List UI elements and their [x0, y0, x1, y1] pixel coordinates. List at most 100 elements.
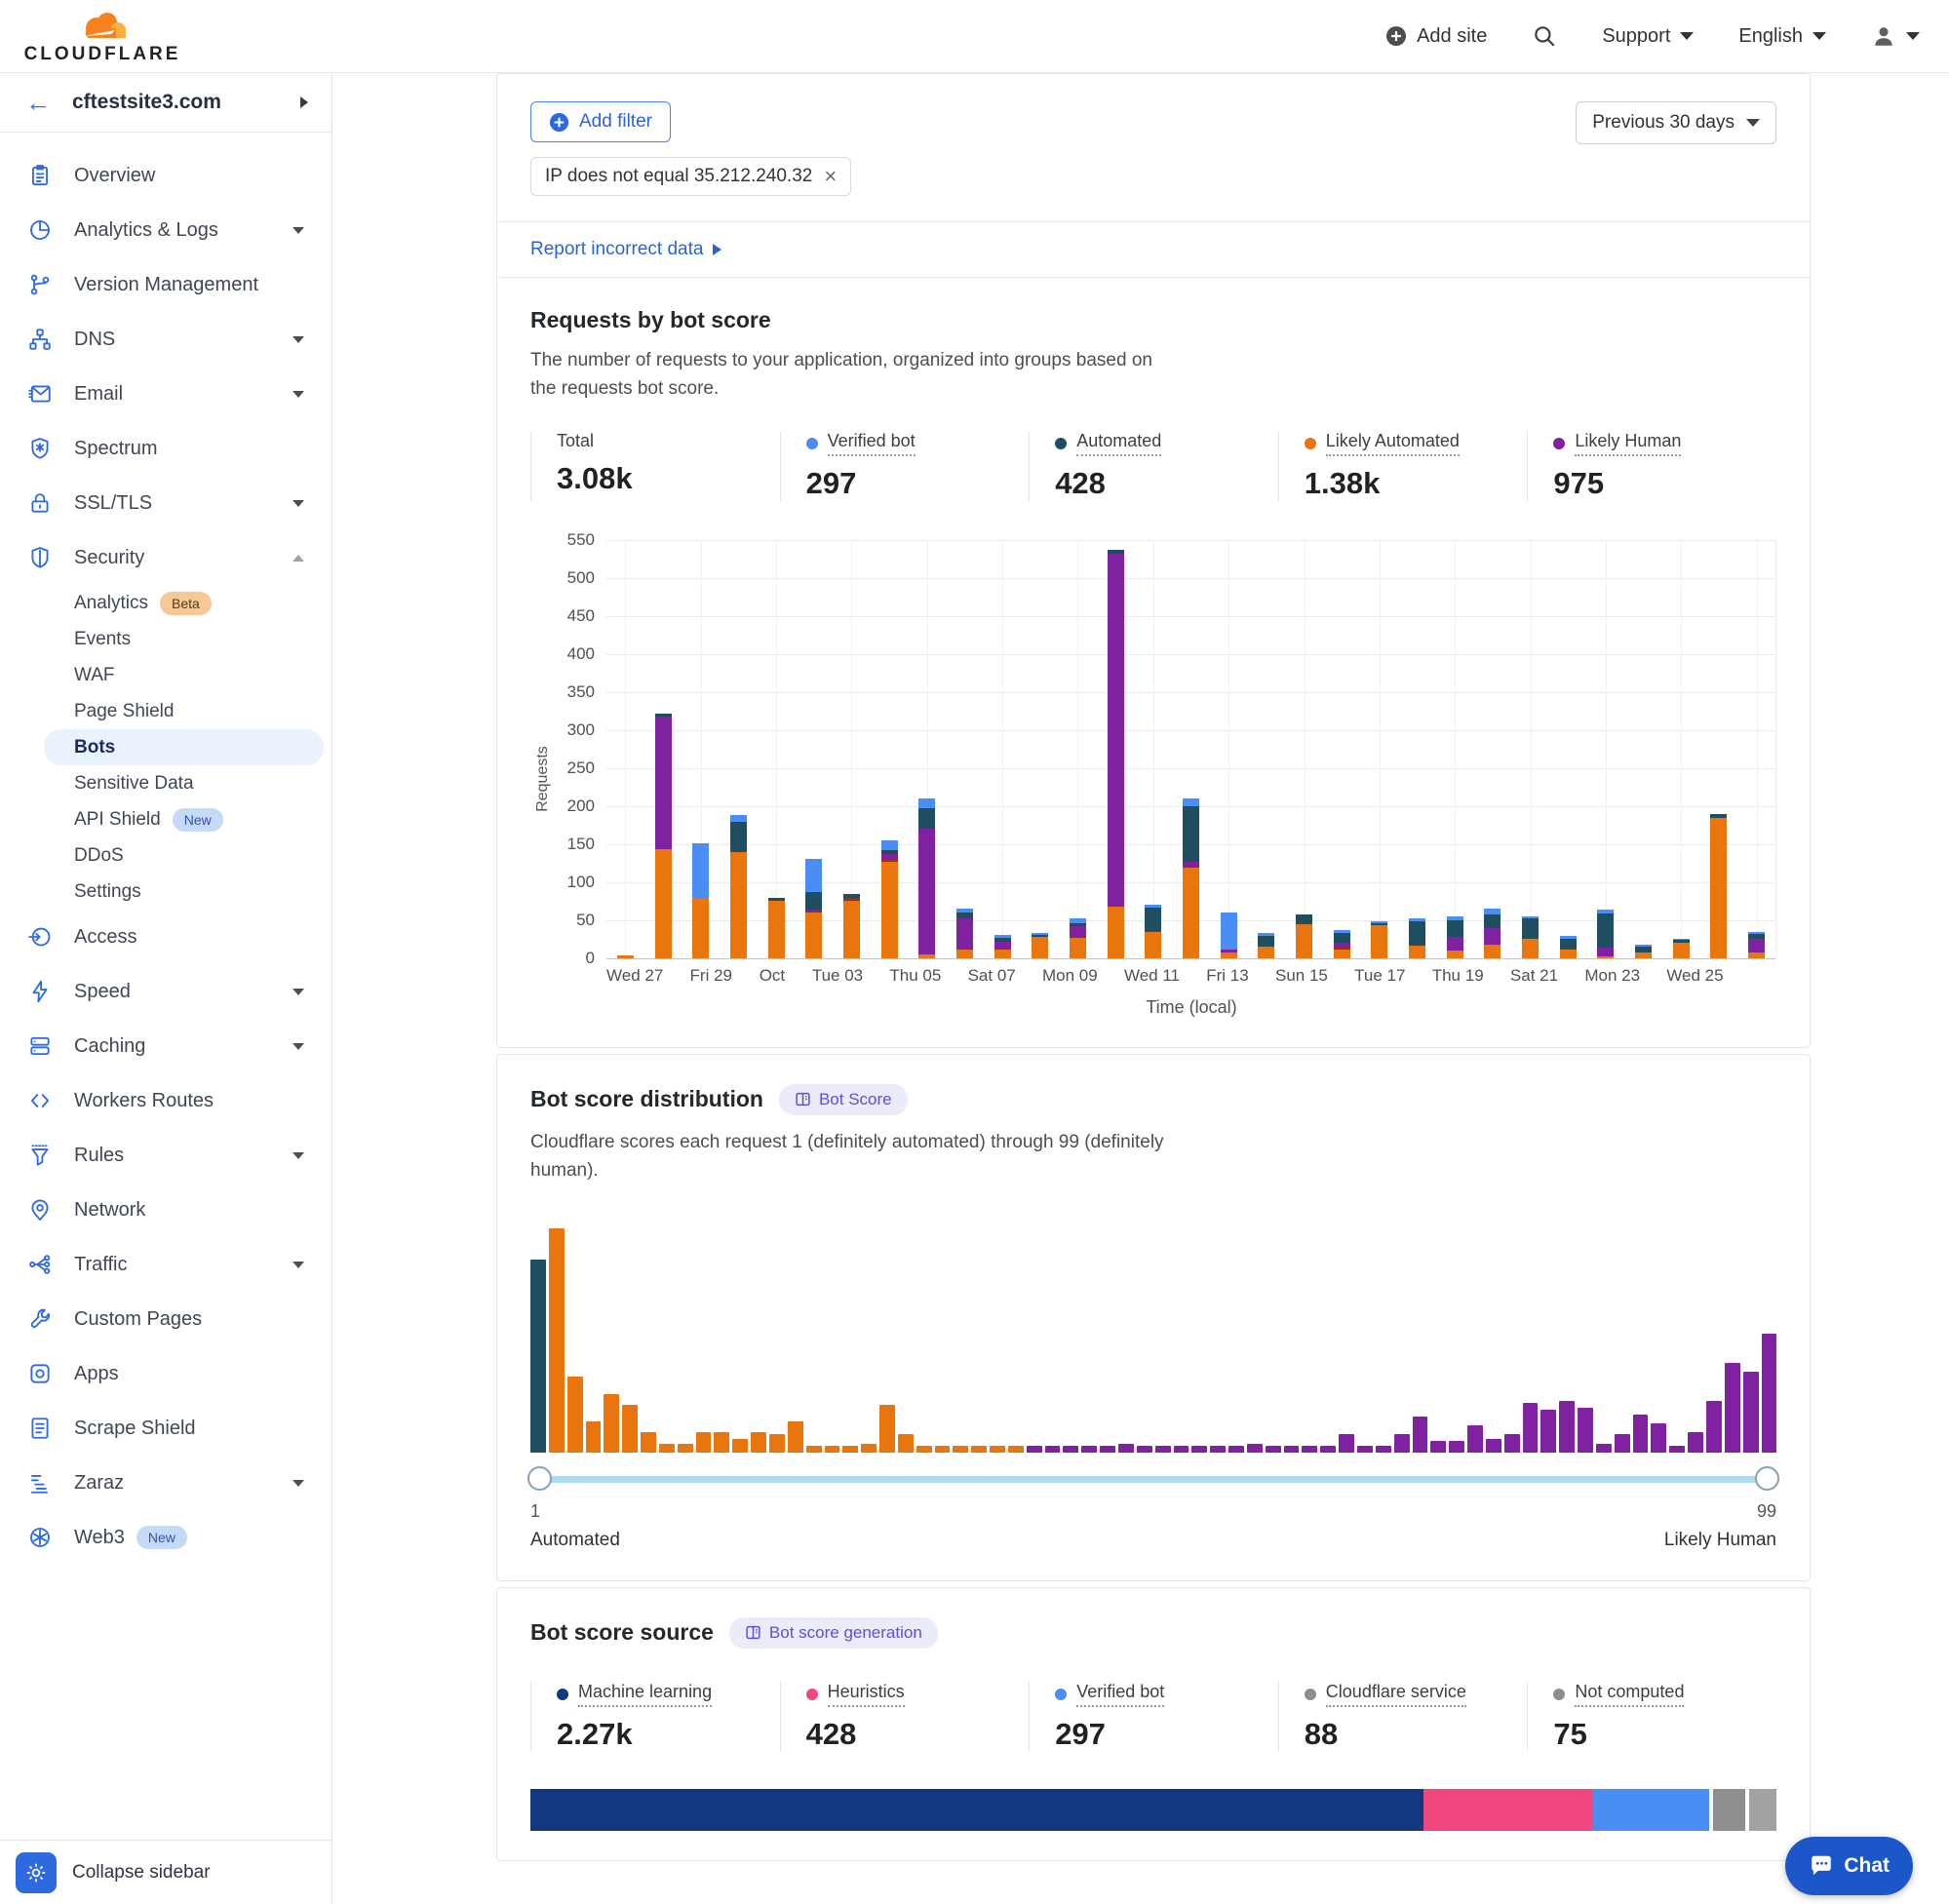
sidebar-item[interactable]: Access	[0, 910, 331, 964]
stat-column: Cloudflare service 88	[1278, 1682, 1528, 1752]
stat-label[interactable]: Cloudflare service	[1326, 1682, 1466, 1707]
stat-column: Automated 428	[1029, 431, 1278, 501]
add-filter-button[interactable]: Add filter	[530, 101, 671, 142]
sidebar-item[interactable]: WAF	[44, 657, 324, 693]
chevron-icon[interactable]	[292, 1043, 304, 1050]
legend-dot-icon	[557, 1689, 568, 1700]
chevron-icon[interactable]	[292, 1480, 304, 1487]
sidebar-item[interactable]: Speed	[0, 964, 331, 1019]
settings-gear-button[interactable]	[16, 1852, 57, 1893]
stat-label[interactable]: Not computed	[1575, 1682, 1684, 1707]
chart-bar	[1097, 540, 1135, 958]
report-row: Report incorrect data	[497, 222, 1810, 278]
sidebar-item[interactable]: Web3 New	[0, 1510, 331, 1565]
sidebar-item[interactable]: Analytics & Logs	[0, 203, 331, 257]
sidebar-item-label: SSL/TLS	[74, 492, 152, 515]
chart-bar	[1210, 540, 1248, 958]
chevron-icon[interactable]	[292, 1152, 304, 1159]
stat-label[interactable]: Machine learning	[578, 1682, 712, 1707]
sidebar-nav: Overview Analytics & Logs Version Manage…	[0, 133, 331, 1565]
status-badge: New	[173, 808, 223, 832]
sidebar-item-icon	[27, 1088, 53, 1113]
chart-bar	[1473, 540, 1511, 958]
chart-bar	[1662, 540, 1700, 958]
chevron-right-icon[interactable]	[300, 97, 308, 108]
account-menu[interactable]	[1871, 23, 1920, 49]
chevron-icon[interactable]	[292, 336, 304, 343]
stat-value: 3.08k	[557, 461, 780, 496]
sidebar-item[interactable]: Version Management	[0, 257, 331, 312]
stat-label[interactable]: Heuristics	[828, 1682, 905, 1707]
chart-bar	[1059, 540, 1097, 958]
card-description: Cloudflare scores each request 1 (defini…	[530, 1128, 1164, 1185]
sidebar-item-label: DDoS	[74, 845, 124, 867]
sidebar-item[interactable]: Overview	[0, 148, 331, 203]
site-selector[interactable]: ← cftestsite3.com	[0, 73, 331, 133]
sidebar-item[interactable]: Spectrum	[0, 421, 331, 476]
stat-label[interactable]: Likely Human	[1575, 431, 1681, 456]
stat-label[interactable]: Total	[557, 431, 594, 451]
stat-label[interactable]: Verified bot	[1076, 1682, 1164, 1707]
chart-bar	[833, 540, 871, 958]
stat-label[interactable]: Likely Automated	[1326, 431, 1460, 456]
sidebar-item[interactable]: Analytics Beta	[44, 585, 324, 621]
back-arrow-icon[interactable]: ←	[25, 88, 51, 118]
bot-score-generation-badge[interactable]: Bot score generation	[729, 1617, 938, 1649]
sidebar-item-icon	[27, 1470, 53, 1496]
legend-dot-icon	[1055, 438, 1067, 449]
sidebar-item[interactable]: Sensitive Data	[44, 765, 324, 801]
chat-button[interactable]: Chat	[1785, 1837, 1913, 1895]
slider-handle-max[interactable]	[1755, 1466, 1779, 1491]
sidebar-item[interactable]: Workers Routes	[0, 1073, 331, 1128]
sidebar-item[interactable]: Caching	[0, 1019, 331, 1073]
sidebar-item[interactable]: Events	[44, 621, 324, 657]
chart-bar	[871, 540, 909, 958]
sidebar-item[interactable]: SSL/TLS	[0, 476, 331, 530]
legend-dot-icon	[1305, 438, 1316, 449]
collapse-sidebar[interactable]: Collapse sidebar	[72, 1862, 211, 1884]
sidebar-item[interactable]: Page Shield	[44, 693, 324, 729]
sidebar-item[interactable]: Zaraz	[0, 1456, 331, 1510]
sidebar-item[interactable]: Bots	[44, 729, 324, 765]
sidebar-item[interactable]: Traffic	[0, 1237, 331, 1292]
search-icon[interactable]	[1532, 23, 1557, 49]
sidebar-item[interactable]: Security	[0, 530, 331, 585]
sidebar-item[interactable]: Network	[0, 1183, 331, 1237]
chart-bar	[1172, 540, 1210, 958]
requests-card: Add filter IP does not equal 35.212.240.…	[496, 73, 1811, 1048]
distribution-card: Bot score distribution Bot Score Cloudfl…	[496, 1054, 1811, 1581]
slider-handle-min[interactable]	[527, 1466, 552, 1491]
cloudflare-logo[interactable]: CLOUDFLARE	[29, 7, 175, 65]
chevron-icon[interactable]	[292, 555, 304, 562]
date-range-dropdown[interactable]: Previous 30 days	[1576, 101, 1776, 144]
chevron-icon[interactable]	[292, 227, 304, 234]
sidebar-item[interactable]: DNS	[0, 312, 331, 367]
sidebar-item[interactable]: Scrape Shield	[0, 1401, 331, 1456]
chart-bar	[908, 540, 946, 958]
filter-chip[interactable]: IP does not equal 35.212.240.32 ×	[530, 157, 851, 196]
filter-bar: Add filter IP does not equal 35.212.240.…	[497, 74, 1810, 222]
sidebar-item[interactable]: Apps	[0, 1346, 331, 1401]
sidebar-item[interactable]: Email	[0, 367, 331, 421]
stat-label[interactable]: Verified bot	[828, 431, 916, 456]
chart-bar	[1586, 540, 1624, 958]
language-menu[interactable]: English	[1738, 25, 1826, 48]
sidebar-item[interactable]: DDoS	[44, 837, 324, 874]
chevron-icon[interactable]	[292, 1262, 304, 1268]
support-menu[interactable]: Support	[1602, 25, 1694, 48]
bot-score-doc-badge[interactable]: Bot Score	[779, 1084, 908, 1115]
report-incorrect-data-link[interactable]: Report incorrect data	[530, 239, 703, 260]
sidebar-item[interactable]: Rules	[0, 1128, 331, 1183]
card-title: Bot score source	[530, 1619, 714, 1646]
sidebar-item[interactable]: Custom Pages	[0, 1292, 331, 1346]
chevron-icon[interactable]	[292, 989, 304, 995]
add-site-button[interactable]: Add site	[1385, 25, 1487, 48]
sidebar-item-label: API Shield	[74, 809, 161, 831]
sidebar-item[interactable]: Settings	[44, 874, 324, 910]
close-icon[interactable]: ×	[824, 166, 837, 187]
sidebar-item[interactable]: API Shield New	[44, 801, 324, 837]
chevron-icon[interactable]	[292, 391, 304, 398]
legend-dot-icon	[1305, 1689, 1316, 1700]
stat-label[interactable]: Automated	[1076, 431, 1161, 456]
chevron-icon[interactable]	[292, 500, 304, 507]
